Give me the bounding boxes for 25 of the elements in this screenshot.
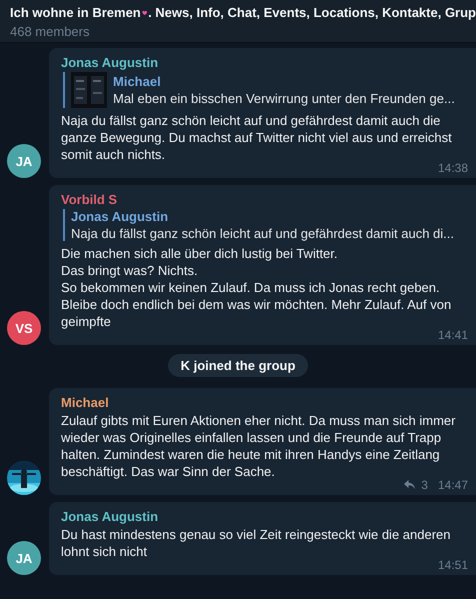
reply-author: Jonas Augustin [71, 209, 170, 224]
message-time: 14:47 [438, 478, 468, 492]
message-text: Du hast mindestens genau so viel Zeit reingesteckt wie die anderen lohnt sich nicht [61, 526, 452, 560]
avatar[interactable]: VS [7, 311, 41, 345]
reply-text: Mal eben ein bisschen Verwirrung unter den Freunden ge... [113, 91, 455, 106]
service-message: K joined the group [168, 354, 308, 377]
message-text: Die machen sich alle über dich lustig bei Twitter. Das bringt was? Nichts. So bekommen wir keinen Zulauf. Da muss ich Jonas recht geben. Bleibe doch endlich bei dem was wir möchten. Mehr Zulauf. Auf von geimpfte [61, 245, 452, 330]
sender-name[interactable]: Jonas Augustin [61, 55, 468, 70]
message-time: 14:51 [438, 558, 468, 572]
reply-arrow-icon [403, 479, 416, 490]
reply-text: Naja du fällst ganz schön leicht auf und gefährdest damit auch di... [71, 226, 454, 241]
group-title-continued: . News, Info, Chat, Events, Locations, Kontakte, Grup [148, 5, 476, 20]
reply-count[interactable]: 3 [421, 478, 428, 492]
member-count: 468 members [10, 24, 90, 39]
reply-author: Michael [113, 74, 162, 89]
reply-quote[interactable]: Jonas Augustin Naja du fällst ganz schön leicht auf und gefährdest damit auch di... [63, 209, 468, 241]
sender-name[interactable]: Vorbild S [61, 192, 468, 207]
sender-name[interactable]: Jonas Augustin [61, 509, 468, 524]
group-title: Ich wohne in Bremen [10, 5, 141, 20]
message-text: Zulauf gibts mit Euren Aktionen eher nicht. Da muss man sich immer wieder was Originelles einfallen lassen und die Freunde auf Trapp halten. Zumindest waren die heute mit ihren Handys eine Zeitlang beschäftigt. Das war Sinn der Sache. [61, 412, 456, 480]
sender-name[interactable]: Michael [61, 395, 468, 410]
message-time: 14:41 [438, 328, 468, 342]
message-time: 14:38 [438, 160, 468, 174]
message-text: Naja du fällst ganz schön leicht auf und gefährdest damit auch die ganze Bewegung. Du machst auf Twitter nicht viel aus und erreichst somit auch nichts. [61, 112, 453, 163]
reply-quote[interactable]: Michael Mal eben ein bisschen Verwirrung unter den Freunden ge... [63, 72, 468, 108]
